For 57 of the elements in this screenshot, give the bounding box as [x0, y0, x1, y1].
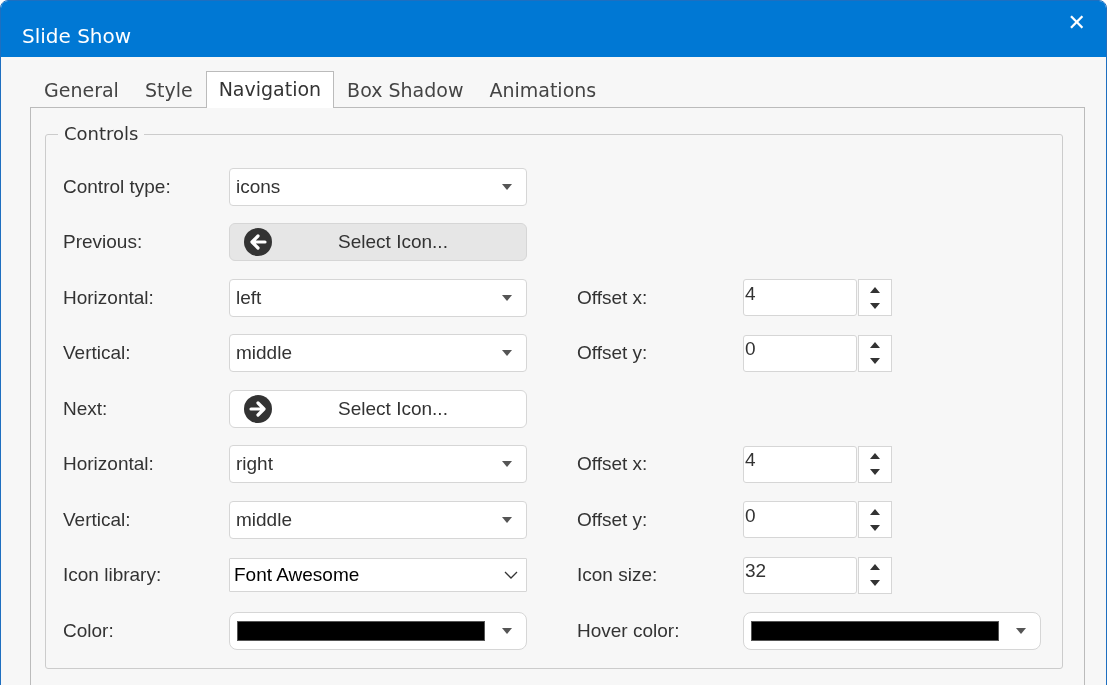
spinner-button[interactable]	[858, 279, 892, 317]
field-label: Icon size:	[577, 564, 659, 587]
number-field[interactable]: 0	[743, 334, 857, 372]
field-label: Control type:	[63, 175, 172, 198]
field-label: Offset x:	[577, 286, 649, 309]
field-label: Offset x:	[577, 453, 649, 476]
caret-icon	[502, 183, 512, 190]
field-label: Hover color:	[577, 619, 681, 642]
field-label: Horizontal:	[63, 286, 155, 309]
caret-icon	[502, 627, 512, 634]
caret-icon	[502, 461, 512, 468]
up-down-arrows-icon	[870, 342, 880, 365]
number-field[interactable]: 4	[743, 279, 857, 317]
dropdown[interactable]: middle	[229, 500, 527, 539]
select-icon-button[interactable]: Select Icon...	[229, 389, 527, 428]
dropdown[interactable]: Font Awesome	[229, 558, 527, 593]
caret-icon	[502, 294, 512, 301]
spinner-button[interactable]	[858, 501, 892, 539]
field-label: Horizontal:	[63, 453, 155, 476]
field-label: Offset y:	[577, 508, 649, 531]
up-down-arrows-icon	[870, 508, 880, 531]
up-down-arrows-icon	[870, 286, 880, 309]
field-label: Color:	[63, 619, 115, 642]
number-field[interactable]: 32	[743, 556, 857, 594]
up-down-arrows-icon	[870, 564, 880, 587]
up-down-arrows-icon	[870, 453, 880, 476]
window-title: Slide Show	[22, 24, 132, 48]
dropdown[interactable]: left	[229, 278, 527, 317]
dropdown[interactable]: icons	[229, 167, 527, 206]
spinner-button[interactable]	[858, 445, 892, 483]
dropdown[interactable]: right	[229, 445, 527, 484]
caret-icon	[502, 516, 512, 523]
arrow-left-circle-icon	[244, 228, 272, 257]
field-label: Offset y:	[577, 342, 649, 365]
select-icon-button[interactable]: Select Icon...	[229, 223, 527, 262]
spinner-button[interactable]	[858, 334, 892, 372]
caret-icon	[1016, 627, 1026, 634]
field-label: Next:	[63, 397, 109, 420]
spinner-button[interactable]	[858, 556, 892, 594]
close-button[interactable]: ✕	[1061, 9, 1092, 35]
color-picker[interactable]	[229, 611, 527, 650]
tab[interactable]: Animations	[476, 73, 610, 108]
tab[interactable]: Style	[131, 73, 206, 108]
tab[interactable]: Navigation	[205, 71, 335, 108]
color-picker[interactable]	[743, 611, 1041, 650]
number-field[interactable]: 4	[743, 445, 857, 483]
tab[interactable]: General	[31, 73, 132, 108]
dropdown[interactable]: middle	[229, 334, 527, 373]
field-label: Vertical:	[63, 342, 132, 365]
chevron-down-icon	[504, 571, 518, 580]
tab[interactable]: Box Shadow	[334, 73, 477, 108]
field-label: Vertical:	[63, 508, 132, 531]
caret-icon	[502, 350, 512, 357]
number-field[interactable]: 0	[743, 501, 857, 539]
field-label: Icon library:	[63, 564, 163, 587]
field-label: Previous:	[63, 231, 144, 254]
arrow-right-circle-icon	[244, 394, 272, 423]
